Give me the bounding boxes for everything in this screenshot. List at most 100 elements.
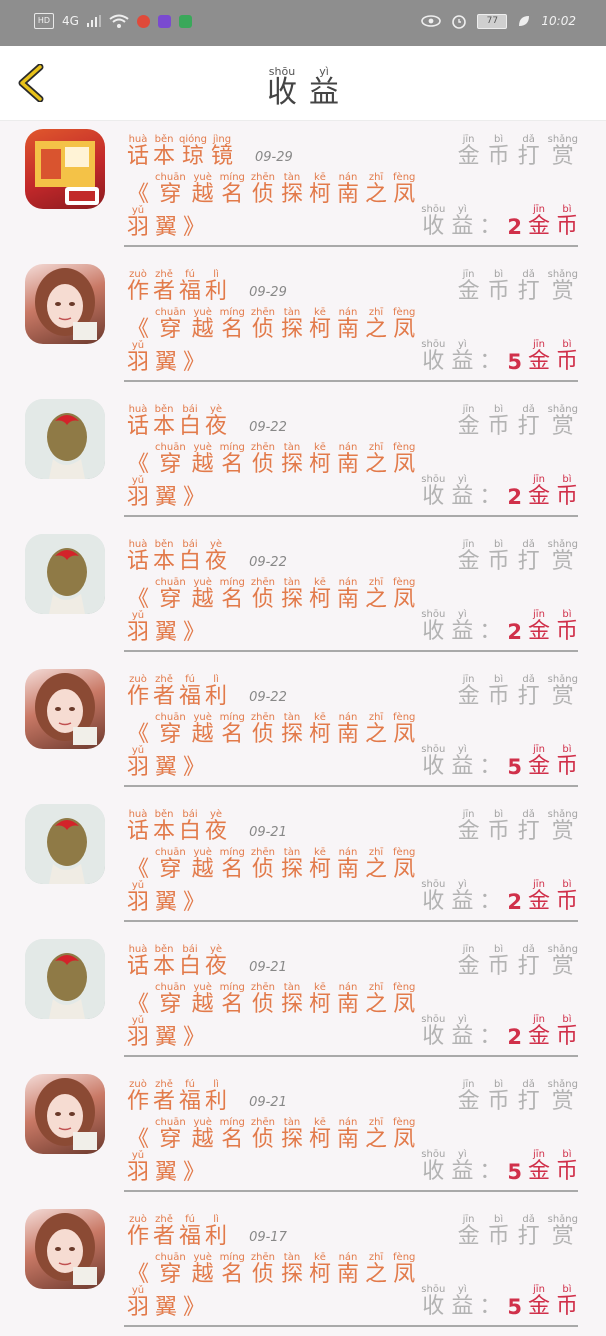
book-title-close-quote: 》: [183, 1160, 206, 1186]
book-title-char: kē 柯: [309, 173, 331, 207]
book-title-char-char: 越: [191, 317, 214, 342]
income-row[interactable]: huà 话 běn 本 bái 白 yè 夜 09-21 《 chuān 穿 yuè 越 míng 名 zhēn…: [0, 931, 606, 1066]
avatar[interactable]: [25, 804, 105, 884]
sender-name-char: zuò 作: [127, 1080, 149, 1114]
avatar[interactable]: [25, 939, 105, 1019]
book-title-char-char: 越: [191, 992, 214, 1017]
avatar[interactable]: [25, 129, 105, 209]
reward-label-char-char: 打: [517, 414, 540, 439]
sender-name-char-char: 话: [127, 549, 150, 574]
book-title-char: chuān 穿: [155, 173, 186, 207]
book-title: 《 chuān 穿 yuè 越 míng 名 zhēn 侦 tàn 探 kē 柯 nán 南 zhī 之 fèng…: [127, 443, 427, 510]
book-title-char: kē 柯: [309, 1118, 331, 1152]
book-title-close-quote: 》: [183, 620, 206, 646]
reward-label-char: shǎng 赏: [548, 1080, 578, 1114]
book-title-char-char: 侦: [251, 722, 274, 747]
sender-name-char-char: 利: [205, 1089, 228, 1114]
book-title-char-char: 侦: [251, 1127, 274, 1152]
income-row[interactable]: huà 话 běn 本 bái 白 yè 夜 09-22 《 chuān 穿 yuè 越 míng 名 zhēn…: [0, 391, 606, 526]
book-title-char: 翼: [155, 1286, 177, 1319]
book-title-char-char: 名: [221, 992, 244, 1017]
avatar[interactable]: [25, 1209, 105, 1289]
income-row[interactable]: zuò 作 zhě 者 fú 福 lì 利 09-22 《 chuān 穿 yuè 越 míng 名 zhēn 侦…: [0, 661, 606, 796]
sender-name-char: bái 白: [179, 810, 202, 844]
sender-name-char: huà 话: [127, 405, 150, 439]
book-title-char: zhēn 侦: [251, 1253, 275, 1287]
book-title-char: 翼: [155, 1151, 177, 1184]
book-title-char: míng 名: [220, 983, 245, 1017]
book-title-char-char: 翼: [155, 890, 178, 916]
book-title-char: zhī 之: [365, 983, 387, 1017]
book-title-char-char: 之: [365, 1127, 388, 1152]
reward-label-char: dǎ 打: [518, 540, 540, 574]
book-title-char-char: 之: [365, 587, 388, 612]
sender-line: zuò 作 zhě 者 fú 福 lì 利 09-22: [127, 675, 287, 709]
book-title-char: fèng 凤: [393, 578, 415, 612]
income-colon: ：: [479, 889, 502, 914]
avatar[interactable]: [25, 1074, 105, 1154]
book-title-char-char: 柯: [308, 452, 331, 477]
coin-unit-char-char: 币: [555, 1024, 578, 1049]
coin-unit-char: jīn 金: [528, 475, 550, 509]
book-title-char-char: 越: [191, 182, 214, 207]
book-title-char-char: 南: [337, 1262, 360, 1287]
coin-unit-char: bì 币: [556, 205, 578, 239]
income-row[interactable]: zuò 作 zhě 者 fú 福 lì 利 09-17 《 chuān 穿 yuè 越 míng 名 zhēn 侦…: [0, 1201, 606, 1336]
book-title-char-char: 南: [337, 182, 360, 207]
book-title-char-char: 侦: [251, 1262, 274, 1287]
hd-indicator: HD: [34, 13, 54, 29]
income-row[interactable]: zuò 作 zhě 者 fú 福 lì 利 09-29 《 chuān 穿 yuè 越 míng 名 zhēn 侦…: [0, 256, 606, 391]
avatar[interactable]: [25, 264, 105, 344]
income-label-char-char: 益: [451, 1294, 474, 1319]
income-row[interactable]: zuò 作 zhě 者 fú 福 lì 利 09-21 《 chuān 穿 yuè 越 míng 名 zhēn 侦…: [0, 1066, 606, 1201]
income-row[interactable]: huà 话 běn 本 bái 白 yè 夜 09-21 《 chuān 穿 yuè 越 míng 名 zhēn…: [0, 796, 606, 931]
book-title-char-char: 穿: [159, 1127, 182, 1152]
book-title-char-char: 穿: [159, 182, 182, 207]
sender-name-char-char: 本: [153, 819, 176, 844]
book-title-char: tàn 探: [281, 443, 303, 477]
coin-unit-char: bì 币: [556, 880, 578, 914]
income-row[interactable]: huà 话 běn 本 bái 白 yè 夜 09-22 《 chuān 穿 yuè 越 míng 名 zhēn…: [0, 526, 606, 661]
income-label-char: yì 益: [451, 880, 473, 914]
reward-label-char: shǎng 赏: [548, 135, 578, 169]
date-label: 09-22: [249, 555, 287, 571]
avatar[interactable]: [25, 534, 105, 614]
avatar[interactable]: [25, 669, 105, 749]
book-title-char: fèng 凤: [393, 713, 415, 747]
income-label-char-char: 益: [451, 349, 474, 374]
income-colon: ：: [479, 214, 502, 239]
reward-label-char: shǎng 赏: [548, 945, 578, 979]
coin-reward-label: jīn 金 bì 币 dǎ 打 shǎng 赏: [458, 945, 578, 979]
book-title-char: tàn 探: [281, 308, 303, 342]
sender-name-char: yè 夜: [205, 945, 227, 979]
book-title-char: míng 名: [220, 713, 245, 747]
app-header: shōu 收 yì 益: [0, 46, 606, 121]
sender-name-char: jìng 镜: [211, 135, 233, 169]
book-title-char: 翼: [155, 476, 177, 509]
coin-reward-label: jīn 金 bì 币 dǎ 打 shǎng 赏: [458, 810, 578, 844]
sender-name-char-char: 本: [153, 954, 176, 979]
book-title-char: fèng 凤: [393, 1118, 416, 1152]
sender-name-char: zhě 者: [153, 675, 175, 709]
book-title-char: kē 柯: [309, 578, 331, 612]
sender-name-char-char: 白: [179, 819, 202, 844]
reward-label-char: bì 币: [488, 1215, 510, 1249]
sender-name-char: huà 话: [127, 135, 149, 169]
book-title-char-char: 穿: [159, 317, 182, 342]
sender-name-char-char: 话: [127, 414, 150, 439]
avatar[interactable]: [25, 399, 105, 479]
sender-line: huà 话 běn 本 bái 白 yè 夜 09-21: [127, 945, 287, 979]
book-title-char: zhī 之: [365, 173, 387, 207]
sender-name-char: běn 本: [153, 135, 176, 169]
bun-avatar-art: [25, 534, 105, 614]
book-title-char-char: 探: [280, 857, 303, 882]
income-row[interactable]: huà 话 běn 本 qióng 琼 jìng 镜 09-29 《 chuān 穿 yuè 越 míng 名…: [0, 121, 606, 256]
sender-name-char-char: 本: [153, 144, 176, 169]
coin-reward-label: jīn 金 bì 币 dǎ 打 shǎng 赏: [458, 135, 578, 169]
book-title-open-quote: 《: [127, 1127, 150, 1152]
sender-name-char: běn 本: [153, 945, 176, 979]
reward-label-char: jīn 金: [458, 1080, 480, 1114]
sender-name-char: fú 福: [179, 1080, 201, 1114]
book-title-char-char: 凤: [393, 1127, 416, 1152]
reward-label-char-char: 打: [517, 954, 540, 979]
